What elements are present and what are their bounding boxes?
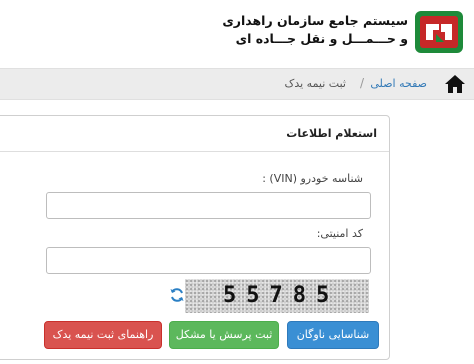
panel-title: استعلام اطلاعات [286, 127, 377, 140]
semitrailer-guide-button[interactable]: راهنمای ثبت نیمه یدک [44, 321, 162, 349]
breadcrumb-current: ثبت نیمه یدک [284, 77, 347, 90]
rmto-logo-icon [415, 11, 463, 53]
site-title: سیستم جامع سازمان راهداری و حـــمـــل و … [222, 12, 408, 48]
fleet-identification-button[interactable]: شناسایی ناوگان [287, 321, 379, 349]
home-icon[interactable] [444, 73, 466, 95]
vin-label: شناسه خودرو (VIN) : [262, 172, 363, 185]
breadcrumb: صفحه اصلی / ثبت نیمه یدک [0, 68, 474, 100]
vin-input[interactable] [46, 192, 371, 219]
security-code-label: کد امنیتی: [316, 227, 363, 240]
inquiry-panel: استعلام اطلاعات شناسه خودرو (VIN) : کد ا… [0, 115, 390, 360]
breadcrumb-home-link[interactable]: صفحه اصلی [370, 77, 427, 90]
captcha-image: 55785 [185, 279, 369, 313]
panel-heading: استعلام اطلاعات [0, 116, 389, 152]
breadcrumb-separator: / [359, 76, 364, 90]
header: سیستم جامع سازمان راهداری و حـــمـــل و … [0, 0, 474, 68]
site-title-line2: و حـــمـــل و نقل جـــاده ای [235, 31, 408, 46]
site-title-line1: سیستم جامع سازمان راهداری [222, 13, 408, 28]
submit-question-button[interactable]: ثبت پرسش یا مشکل [169, 321, 279, 349]
security-code-input[interactable] [46, 247, 371, 274]
captcha-text: 55785 [223, 283, 340, 308]
refresh-icon[interactable] [169, 287, 185, 303]
